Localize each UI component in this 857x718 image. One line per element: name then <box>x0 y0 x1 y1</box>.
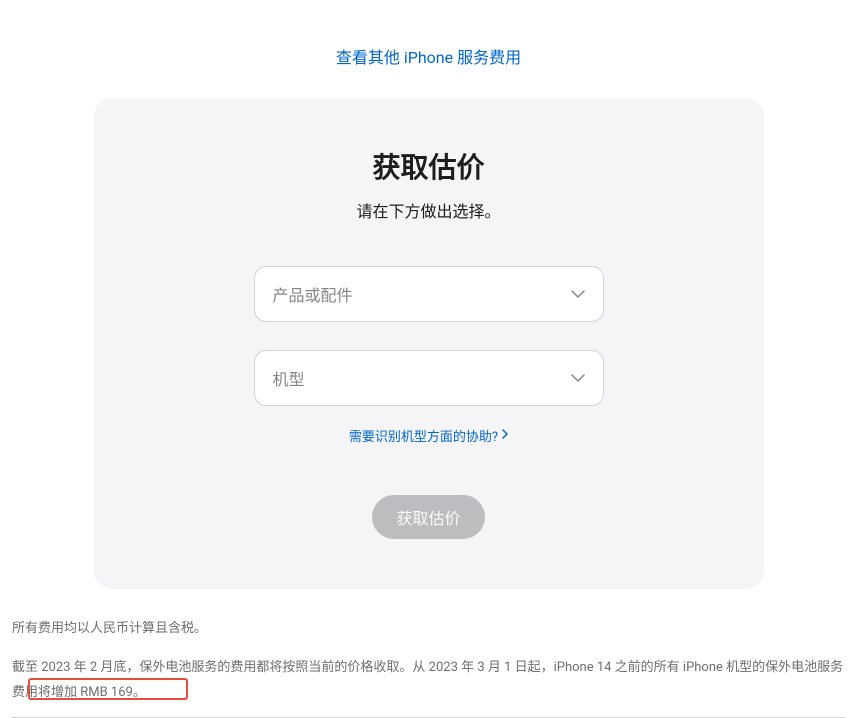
top-link-wrapper: 查看其他 iPhone 服务费用 <box>10 0 847 98</box>
get-estimate-button[interactable]: 获取估价 <box>372 495 484 539</box>
identify-model-help-link[interactable]: 需要识别机型方面的协助? <box>349 426 508 445</box>
help-link-label: 需要识别机型方面的协助? <box>349 426 498 445</box>
model-select-wrapper[interactable]: 机型 <box>254 350 604 406</box>
footer-price-notice: 截至 2023 年 2 月底，保外电池服务的费用都将按照当前的价格收取。从 20… <box>12 656 845 705</box>
model-select[interactable]: 机型 <box>254 350 604 406</box>
footer-text: 所有费用均以人民币计算且含税。 截至 2023 年 2 月底，保外电池服务的费用… <box>10 617 847 718</box>
help-link-wrapper: 需要识别机型方面的协助? <box>134 426 724 445</box>
product-select[interactable]: 产品或配件 <box>254 266 604 322</box>
card-title: 获取估价 <box>134 146 724 186</box>
card-subtitle: 请在下方做出选择。 <box>134 198 724 222</box>
product-select-placeholder: 产品或配件 <box>273 282 353 306</box>
chevron-down-icon <box>571 290 585 298</box>
chevron-right-icon <box>502 428 508 443</box>
footer-tax-note: 所有费用均以人民币计算且含税。 <box>12 617 845 636</box>
other-service-fee-link[interactable]: 查看其他 iPhone 服务费用 <box>336 48 521 67</box>
estimate-card: 获取估价 请在下方做出选择。 产品或配件 机型 需要识别机型方面的协助? <box>94 98 764 589</box>
product-select-wrapper[interactable]: 产品或配件 <box>254 266 604 322</box>
model-select-placeholder: 机型 <box>273 366 305 390</box>
chevron-down-icon <box>571 374 585 382</box>
